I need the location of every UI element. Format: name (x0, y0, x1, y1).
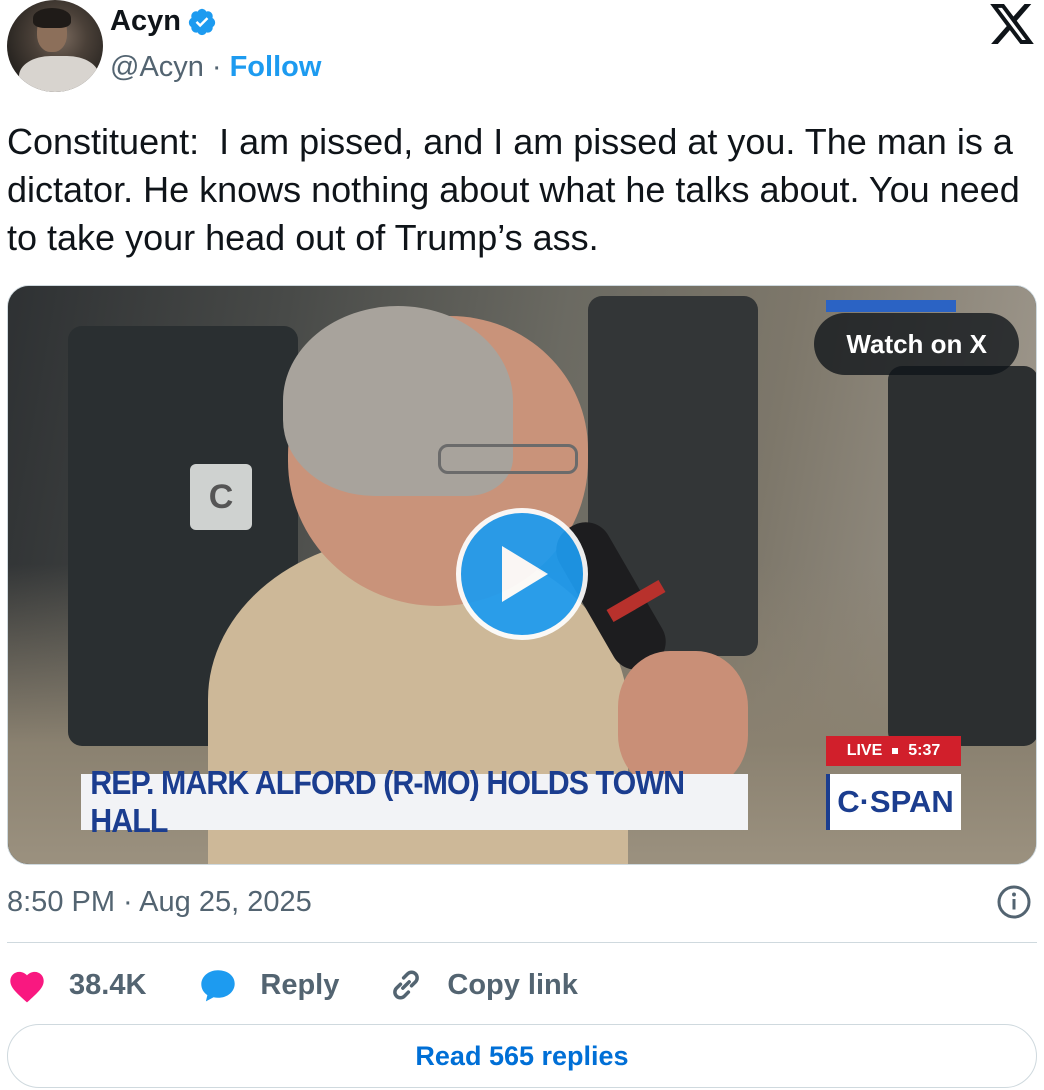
author-name[interactable]: Acyn (110, 5, 181, 38)
lower-third-text: REP. MARK ALFORD (R-MO) HOLDS TOWN HALL (81, 764, 748, 839)
live-dot-icon (892, 748, 899, 754)
avatar[interactable] (7, 0, 103, 92)
live-time: 5:37 (908, 742, 941, 759)
reply-button[interactable]: Reply (198, 967, 339, 1003)
tweet-header: Acyn @Acyn · Follow (0, 0, 1044, 100)
read-replies-button[interactable]: Read 565 replies (7, 1024, 1037, 1088)
live-indicator: LIVE 5:37 (826, 736, 961, 766)
tweet-timestamp[interactable]: 8:50 PM · Aug 25, 2025 (7, 886, 312, 919)
link-icon (393, 970, 420, 1000)
divider (7, 942, 1037, 943)
copy-link-button[interactable]: Copy link (387, 966, 578, 1004)
verified-badge-icon (188, 8, 216, 35)
video-player[interactable]: C Watch on X LIVE 5:37 REP. MARK ALFORD … (7, 285, 1037, 865)
play-icon (502, 546, 548, 602)
like-button[interactable]: 38.4K (7, 967, 146, 1003)
tweet-actions: 38.4K Reply Copy link (7, 962, 578, 1008)
handle-separator: · (211, 51, 222, 83)
video-person-glasses (438, 444, 578, 474)
play-button[interactable] (456, 508, 588, 640)
tweet-text: Constituent: I am pissed, and I am pisse… (7, 121, 1030, 258)
channel-tag (826, 300, 956, 312)
video-seat-right (888, 366, 1036, 746)
watch-on-x-button[interactable]: Watch on X (814, 313, 1019, 375)
network-logo: C·SPAN (826, 774, 961, 830)
reply-bubble-icon (201, 970, 236, 1002)
avatar-shirt (19, 56, 99, 92)
info-icon[interactable] (996, 884, 1032, 920)
author-handle[interactable]: @Acyn (110, 51, 204, 84)
author-name-row: Acyn (110, 5, 217, 38)
avatar-hair (33, 8, 71, 28)
x-logo-icon[interactable] (990, 4, 1034, 44)
video-lower-third: REP. MARK ALFORD (R-MO) HOLDS TOWN HALL … (81, 764, 961, 839)
live-label: LIVE (846, 742, 883, 759)
follow-button[interactable]: Follow (230, 51, 322, 84)
copy-link-label: Copy link (447, 968, 578, 1001)
heart-icon (10, 971, 44, 1003)
like-count: 38.4K (69, 968, 147, 1001)
author-handle-row: @Acyn · Follow (110, 51, 321, 84)
seat-letter-tag: C (190, 464, 252, 530)
reply-label: Reply (260, 968, 340, 1001)
